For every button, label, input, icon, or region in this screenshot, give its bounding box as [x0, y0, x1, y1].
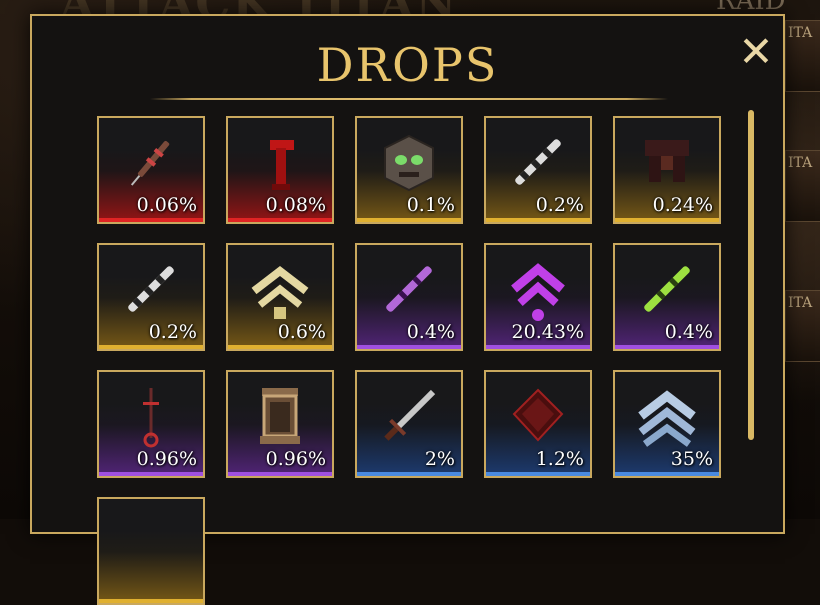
lantern-icon — [260, 388, 300, 444]
drop-chance: 0.08% — [265, 194, 326, 216]
drop-chance: 1.2% — [535, 448, 584, 470]
drop-chance: 0.4% — [406, 321, 455, 343]
purple-chevron-icon — [511, 263, 565, 321]
background-card-label: ITA — [788, 25, 813, 41]
drop-item-tile[interactable]: 0.1% — [355, 116, 463, 224]
purple-blade-icon — [386, 266, 432, 312]
dialog-title: DROPS — [316, 38, 499, 92]
sword-icon — [384, 389, 436, 441]
rarity-stripe — [228, 218, 332, 222]
red-crystal-icon — [512, 388, 564, 442]
background-card: ITA — [785, 20, 820, 92]
syringe-icon — [130, 140, 170, 186]
rarity-stripe — [486, 218, 590, 222]
drop-chance: 0.2% — [535, 194, 584, 216]
rarity-stripe — [99, 599, 203, 603]
drop-item-tile[interactable]: 1.2% — [484, 370, 592, 478]
rarity-stripe — [228, 345, 332, 349]
background-card: ITA — [785, 150, 820, 222]
drop-item-tile[interactable]: 0.96% — [226, 370, 334, 478]
drop-item-tile[interactable]: 20.43% — [484, 243, 592, 351]
drop-item-tile[interactable]: 0.2% — [484, 116, 592, 224]
drop-item-tile[interactable]: 0.96% — [97, 370, 205, 478]
rarity-stripe — [99, 472, 203, 476]
rarity-stripe — [486, 345, 590, 349]
drop-chance: 0.06% — [136, 194, 197, 216]
drop-item-tile[interactable]: 0.08% — [226, 116, 334, 224]
rarity-stripe — [357, 345, 461, 349]
key-icon — [143, 388, 159, 448]
drop-chance: 0.6% — [277, 321, 326, 343]
red-banner-icon — [270, 140, 294, 190]
background-card-label: ITA — [788, 295, 813, 311]
drop-chance: 0.24% — [652, 194, 713, 216]
title-divider — [150, 98, 668, 100]
drop-item-tile[interactable]: 0.4% — [355, 243, 463, 351]
drop-chance: 20.43% — [511, 321, 584, 343]
rarity-stripe — [357, 218, 461, 222]
rarity-stripe — [615, 345, 719, 349]
scrollbar-thumb[interactable] — [748, 110, 754, 440]
titan-head-icon — [384, 134, 434, 192]
blade-handle-icon — [128, 266, 174, 312]
rarity-stripe — [615, 472, 719, 476]
drop-chance: 0.4% — [664, 321, 713, 343]
rarity-stripe — [615, 218, 719, 222]
drop-item-tile[interactable]: 35% — [613, 370, 721, 478]
blade-handle-icon — [515, 139, 561, 185]
drop-chance: 35% — [670, 448, 713, 470]
dark-armor-icon — [645, 140, 689, 182]
drop-item-tile[interactable] — [97, 497, 205, 605]
background-card-label: ITA — [788, 155, 813, 171]
rank-chevron-icon — [251, 265, 309, 319]
drop-item-tile[interactable]: 0.24% — [613, 116, 721, 224]
drop-chance: 0.96% — [136, 448, 197, 470]
rarity-stripe — [99, 345, 203, 349]
close-icon[interactable]: ✕ — [736, 31, 776, 73]
background-card: ITA — [785, 290, 820, 362]
rarity-stripe — [486, 472, 590, 476]
rarity-glow — [99, 530, 203, 603]
rarity-stripe — [357, 472, 461, 476]
drop-chance: 0.2% — [148, 321, 197, 343]
drop-chance: 0.96% — [265, 448, 326, 470]
drop-chance: 0.1% — [406, 194, 455, 216]
drop-item-tile[interactable]: 0.2% — [97, 243, 205, 351]
green-blade-icon — [644, 266, 690, 312]
drop-item-tile[interactable]: 0.4% — [613, 243, 721, 351]
drop-item-tile[interactable]: 2% — [355, 370, 463, 478]
rarity-stripe — [228, 472, 332, 476]
blue-chevron-icon — [638, 390, 696, 447]
drops-dialog: DROPS ✕ 0.06% 0.08% 0.1% 0.2% 0.24% 0.2% 0.6% 0… — [30, 14, 785, 605]
drop-chance: 2% — [424, 448, 455, 470]
drop-item-tile[interactable]: 0.06% — [97, 116, 205, 224]
drop-item-tile[interactable]: 0.6% — [226, 243, 334, 351]
rarity-stripe — [99, 218, 203, 222]
